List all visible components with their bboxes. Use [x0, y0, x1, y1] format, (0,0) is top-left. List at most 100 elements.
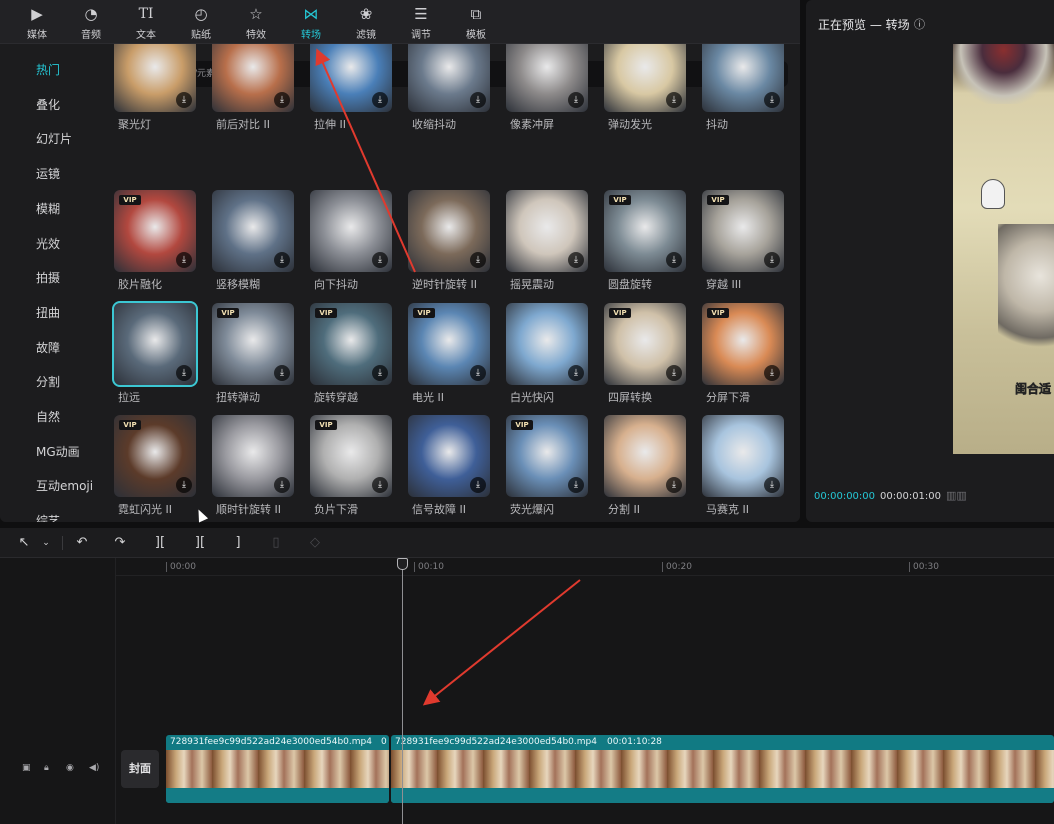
transition-tile[interactable]: ⤓	[604, 44, 686, 112]
tool-template[interactable]: ⧉ 模板	[451, 4, 501, 42]
download-icon[interactable]: ⤓	[764, 92, 780, 108]
tool-media[interactable]: ▶ 媒体	[12, 4, 62, 42]
speaker-icon[interactable]: ◀)	[89, 763, 99, 773]
category-item[interactable]: 光效	[8, 230, 96, 258]
transition-tile[interactable]: VIP ⤓	[408, 303, 490, 385]
download-icon[interactable]: ⤓	[372, 365, 388, 381]
transition-tile[interactable]: ⤓	[310, 44, 392, 112]
download-icon[interactable]: ⤓	[176, 365, 192, 381]
tool-effects[interactable]: ☆ 特效	[231, 4, 281, 42]
category-item[interactable]: 运镜	[8, 160, 96, 188]
transition-tile[interactable]: ⤓	[604, 415, 686, 497]
download-icon[interactable]: ⤓	[470, 365, 486, 381]
download-icon[interactable]: ⤓	[274, 252, 290, 268]
video-clip-1[interactable]: 728931fee9c99d522ad24e3000ed54b0.mp4 0	[166, 735, 389, 803]
category-item[interactable]: 拍摄	[8, 264, 96, 292]
lock-icon[interactable]: 🔒︎	[44, 763, 49, 773]
transition-tile[interactable]: ⤓	[408, 190, 490, 272]
category-item[interactable]: 分割	[8, 368, 96, 396]
ratio-icon[interactable]: ▥▥	[946, 489, 967, 502]
download-icon[interactable]: ⤓	[764, 477, 780, 493]
download-icon[interactable]: ⤓	[764, 365, 780, 381]
category-item[interactable]: 综艺	[8, 507, 96, 522]
select-tool-icon[interactable]: ↖	[14, 534, 34, 552]
trim-right-icon[interactable]: ]	[228, 534, 248, 552]
transition-tile[interactable]: ⤓	[310, 190, 392, 272]
undo-icon[interactable]: ↶	[72, 534, 92, 552]
category-item[interactable]: 幻灯片	[8, 125, 96, 153]
download-icon[interactable]: ⤓	[666, 477, 682, 493]
trim-left-icon[interactable]: ][	[190, 534, 210, 552]
playhead-handle[interactable]	[397, 558, 408, 570]
transition-tile[interactable]: VIP ⤓	[702, 303, 784, 385]
download-icon[interactable]: ⤓	[274, 92, 290, 108]
cover-button[interactable]: 封面	[121, 750, 159, 788]
transition-tile[interactable]: VIP ⤓	[310, 415, 392, 497]
transition-tile[interactable]: ⤓	[702, 44, 784, 112]
tool-audio[interactable]: ◔ 音频	[66, 4, 116, 42]
transition-tile[interactable]: VIP ⤓	[212, 303, 294, 385]
download-icon[interactable]: ⤓	[372, 92, 388, 108]
transition-tile[interactable]: ⤓	[408, 44, 490, 112]
category-item[interactable]: MG动画	[8, 438, 96, 466]
transition-tile[interactable]: ⤓	[702, 415, 784, 497]
download-icon[interactable]: ⤓	[568, 92, 584, 108]
transition-tile[interactable]: VIP ⤓	[506, 415, 588, 497]
tool-sticker[interactable]: ◴ 贴纸	[176, 4, 226, 42]
category-item[interactable]: 叠化	[8, 91, 96, 119]
eye-icon[interactable]: ◉	[66, 763, 74, 773]
download-icon[interactable]: ⤓	[176, 92, 192, 108]
download-icon[interactable]: ⤓	[470, 92, 486, 108]
transition-tile[interactable]: ⤓	[506, 303, 588, 385]
delete-icon[interactable]: ▯	[266, 534, 286, 552]
category-item[interactable]: 模糊	[8, 195, 96, 223]
download-icon[interactable]: ⤓	[666, 252, 682, 268]
category-item[interactable]: 热门	[8, 56, 96, 84]
transition-tile[interactable]: ⤓	[112, 301, 198, 387]
transition-name: 收缩抖动	[412, 118, 456, 131]
download-icon[interactable]: ⤓	[470, 477, 486, 493]
redo-icon[interactable]: ↷	[110, 534, 130, 552]
category-item[interactable]: 扭曲	[8, 299, 96, 327]
transition-tile[interactable]: ⤓	[212, 190, 294, 272]
category-item[interactable]: 自然	[8, 403, 96, 431]
shield-icon[interactable]: ◇	[305, 534, 325, 552]
transition-tile[interactable]: VIP ⤓	[702, 190, 784, 272]
download-icon[interactable]: ⤓	[274, 477, 290, 493]
transition-tile[interactable]: VIP ⤓	[310, 303, 392, 385]
transition-tile[interactable]: ⤓	[506, 190, 588, 272]
transition-tile[interactable]: ⤓	[114, 44, 196, 112]
category-item[interactable]: 故障	[8, 334, 96, 362]
tool-text[interactable]: TI 文本	[121, 4, 171, 42]
download-icon[interactable]: ⤓	[176, 477, 192, 493]
video-clip-2[interactable]: 728931fee9c99d522ad24e3000ed54b0.mp4 00:…	[391, 735, 1054, 803]
download-icon[interactable]: ⤓	[764, 252, 780, 268]
transition-tile[interactable]: VIP ⤓	[114, 190, 196, 272]
tool-transition[interactable]: ⋈ 转场	[286, 4, 336, 42]
download-icon[interactable]: ⤓	[176, 252, 192, 268]
download-icon[interactable]: ⤓	[372, 252, 388, 268]
split-icon[interactable]: ][	[150, 534, 170, 552]
download-icon[interactable]: ⤓	[666, 92, 682, 108]
time-ruler[interactable]: 00:00 00:10 00:20 00:30	[116, 558, 1054, 576]
playhead[interactable]	[402, 560, 403, 824]
category-item[interactable]: 互动emoji	[8, 472, 96, 500]
download-icon[interactable]: ⤓	[568, 252, 584, 268]
transition-tile[interactable]: ⤓	[408, 415, 490, 497]
download-icon[interactable]: ⤓	[274, 365, 290, 381]
transition-tile[interactable]: ⤓	[212, 44, 294, 112]
download-icon[interactable]: ⤓	[568, 365, 584, 381]
tool-filter[interactable]: ❀ 滤镜	[341, 4, 391, 42]
tool-adjust[interactable]: ☰ 调节	[396, 4, 446, 42]
chevron-down-icon[interactable]: ⌄	[36, 534, 56, 552]
download-icon[interactable]: ⤓	[666, 365, 682, 381]
transition-tile[interactable]: VIP ⤓	[604, 303, 686, 385]
download-icon[interactable]: ⤓	[568, 477, 584, 493]
transition-tile[interactable]: VIP ⤓	[114, 415, 196, 497]
transition-tile[interactable]: VIP ⤓	[604, 190, 686, 272]
download-icon[interactable]: ⤓	[470, 252, 486, 268]
download-icon[interactable]: ⤓	[372, 477, 388, 493]
transition-tile[interactable]: ⤓	[506, 44, 588, 112]
transition-tile[interactable]: ⤓	[212, 415, 294, 497]
info-icon[interactable]: ⓘ	[914, 16, 925, 32]
